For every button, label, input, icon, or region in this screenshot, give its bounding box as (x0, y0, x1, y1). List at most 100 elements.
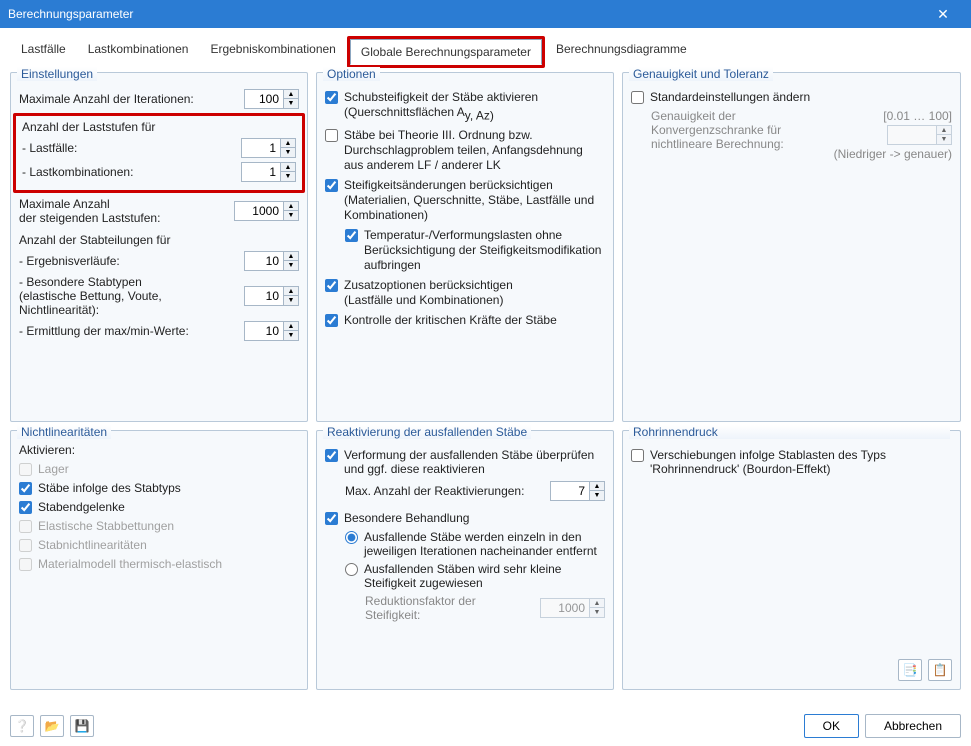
loadsteps-highlight: Anzahl der Laststufen für - Lastfälle: ▲… (13, 113, 305, 193)
max-react-spinner[interactable]: ▲▼ (550, 481, 605, 501)
spinner-up-icon[interactable]: ▲ (284, 90, 298, 99)
group-title-optionen: Optionen (323, 67, 380, 81)
maxmin-spinner[interactable]: ▲▼ (244, 321, 299, 341)
cancel-button[interactable]: Abbrechen (865, 714, 961, 738)
tab-lastfaelle[interactable]: Lastfälle (10, 36, 77, 68)
help-icon[interactable]: ❔ (10, 715, 34, 737)
rising-spinner[interactable]: ▲▼ (234, 201, 299, 221)
conv-note: (Niedriger -> genauer) (834, 147, 952, 161)
spinner-down-icon[interactable]: ▼ (590, 491, 604, 500)
tab-globale-berechnungsparameter[interactable]: Globale Berechnungsparameter (350, 39, 542, 65)
typ-label: - Besondere Stabtypen (elastische Bettun… (19, 275, 244, 317)
ok-button[interactable]: OK (804, 714, 859, 738)
lk-input[interactable] (242, 163, 280, 181)
spinner-up-icon[interactable]: ▲ (590, 482, 604, 491)
erg-input[interactable] (245, 252, 283, 270)
spinner-down-icon: ▼ (937, 135, 951, 144)
check-shear[interactable] (325, 91, 338, 104)
lf-spinner[interactable]: ▲▼ (241, 138, 296, 158)
check-bourdon[interactable] (631, 449, 644, 462)
rising-input[interactable] (235, 202, 283, 220)
check-stabtyp[interactable] (19, 482, 32, 495)
radio-kleine-steifigkeit-label: Ausfallenden Stäben wird sehr kleine Ste… (364, 562, 605, 590)
check-gelenke[interactable] (19, 501, 32, 514)
typ-input[interactable] (245, 287, 283, 305)
typ-spinner[interactable]: ▲▼ (244, 286, 299, 306)
conv-spinner: ▲▼ (887, 125, 952, 145)
lk-spinner[interactable]: ▲▼ (241, 162, 296, 182)
check-verformung-label: Verformung der ausfallenden Stäbe überpr… (344, 448, 605, 476)
check-stabnl (19, 539, 32, 552)
lf-input[interactable] (242, 139, 280, 157)
lk-label: - Lastkombinationen: (22, 165, 241, 179)
check-temp[interactable] (345, 229, 358, 242)
group-rohrinnendruck: Rohrinnendruck Verschiebungen infolge St… (622, 430, 961, 690)
check-besondere-label: Besondere Behandlung (344, 511, 605, 525)
loadsteps-heading: Anzahl der Laststufen für (22, 120, 296, 134)
conv-label: Genauigkeit der Konvergenzschranke für n… (651, 109, 834, 151)
titlebar: Berechnungsparameter ✕ (0, 0, 971, 28)
spinner-up-icon[interactable]: ▲ (284, 202, 298, 211)
spinner-down-icon[interactable]: ▼ (284, 99, 298, 108)
max-iter-spinner[interactable]: ▲▼ (244, 89, 299, 109)
group-einstellungen: Einstellungen Maximale Anzahl der Iterat… (10, 72, 308, 422)
group-title-react: Reaktivierung der ausfallenden Stäbe (323, 425, 531, 439)
nl-activate-label: Aktivieren: (19, 443, 299, 457)
save-icon[interactable]: 💾 (70, 715, 94, 737)
erg-label: - Ergebnisverläufe: (19, 254, 244, 268)
check-stiff[interactable] (325, 179, 338, 192)
spinner-down-icon[interactable]: ▼ (284, 211, 298, 220)
check-stabtyp-label: Stäbe infolge des Stabtyps (38, 481, 299, 495)
spinner-up-icon[interactable]: ▲ (284, 252, 298, 261)
max-react-input[interactable] (551, 482, 589, 500)
max-iter-input[interactable] (245, 90, 283, 108)
conv-input (888, 126, 936, 144)
max-iter-label: Maximale Anzahl der Iterationen: (19, 92, 244, 106)
check-bourdon-label: Verschiebungen infolge Stablasten des Ty… (650, 448, 952, 476)
tab-lastkombinationen[interactable]: Lastkombinationen (77, 36, 200, 68)
group-nichtlinearitaeten: Nichtlinearitäten Aktivieren: Lager Stäb… (10, 430, 308, 690)
check-standardeinstellungen[interactable] (631, 91, 644, 104)
spinner-down-icon[interactable]: ▼ (284, 331, 298, 340)
maxmin-label: - Ermittlung der max/min-Werte: (19, 324, 244, 338)
spinner-down-icon[interactable]: ▼ (284, 261, 298, 270)
group-optionen: Optionen Schubsteifigkeit der Stäbe akti… (316, 72, 614, 422)
open-icon[interactable]: 📂 (40, 715, 64, 737)
check-verformung[interactable] (325, 449, 338, 462)
maxmin-input[interactable] (245, 322, 283, 340)
window-title: Berechnungsparameter (8, 7, 923, 21)
radio-einzeln-label: Ausfallende Stäbe werden einzeln in den … (364, 530, 605, 558)
check-mat-label: Materialmodell thermisch-elastisch (38, 557, 299, 571)
check-crit[interactable] (325, 314, 338, 327)
check-gelenke-label: Stabendgelenke (38, 500, 299, 514)
spinner-down-icon[interactable]: ▼ (284, 296, 298, 305)
reduktion-input (541, 599, 589, 617)
copy-icon[interactable]: 📋 (928, 659, 952, 681)
check-bettungen-label: Elastische Stabbettungen (38, 519, 299, 533)
check-besondere[interactable] (325, 512, 338, 525)
check-extra[interactable] (325, 279, 338, 292)
check-bettungen (19, 520, 32, 533)
group-reaktivierung: Reaktivierung der ausfallenden Stäbe Ver… (316, 430, 614, 690)
spinner-up-icon[interactable]: ▲ (281, 163, 295, 172)
spinner-up-icon[interactable]: ▲ (284, 287, 298, 296)
tab-berechnungsdiagramme[interactable]: Berechnungsdiagramme (545, 36, 698, 68)
spinner-up-icon[interactable]: ▲ (281, 139, 295, 148)
check-temp-label: Temperatur-/Verformungslasten ohne Berüc… (364, 228, 605, 273)
check-lager-label: Lager (38, 462, 299, 476)
erg-spinner[interactable]: ▲▼ (244, 251, 299, 271)
spinner-down-icon[interactable]: ▼ (281, 148, 295, 157)
close-icon[interactable]: ✕ (923, 0, 963, 28)
units-icon[interactable]: 📑 (898, 659, 922, 681)
check-lager (19, 463, 32, 476)
conv-range: [0.01 … 100] (883, 109, 952, 123)
check-stabnl-label: Stabnichtlinearitäten (38, 538, 299, 552)
check-th3[interactable] (325, 129, 338, 142)
radio-kleine-steifigkeit[interactable] (345, 563, 358, 576)
radio-einzeln[interactable] (345, 531, 358, 544)
spinner-up-icon[interactable]: ▲ (284, 322, 298, 331)
reduktion-spinner: ▲▼ (540, 598, 605, 618)
spinner-down-icon[interactable]: ▼ (281, 172, 295, 181)
check-standardeinstellungen-label: Standardeinstellungen ändern (650, 90, 952, 104)
tab-ergebniskombinationen[interactable]: Ergebniskombinationen (199, 36, 346, 68)
